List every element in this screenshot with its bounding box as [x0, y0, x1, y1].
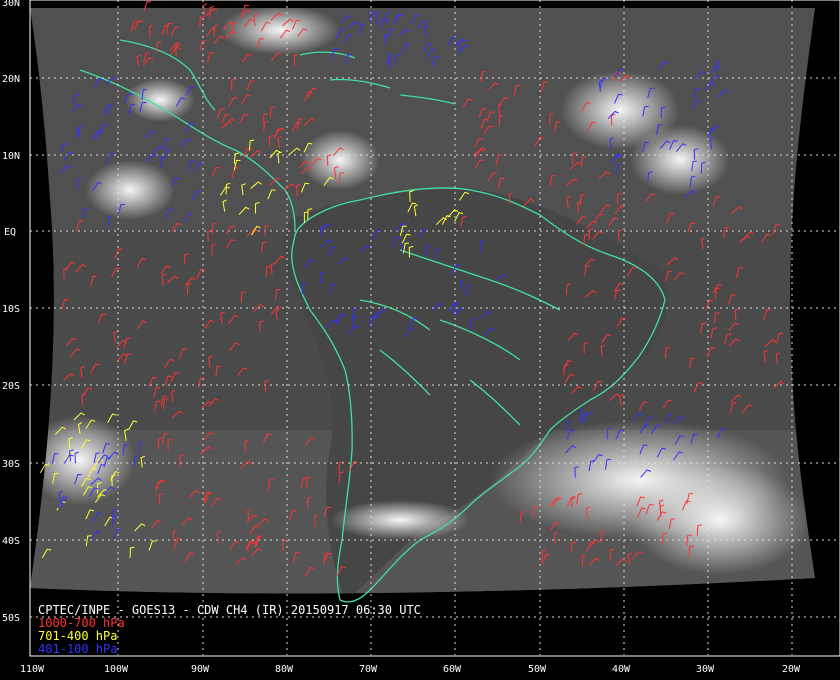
lon-label: 20W — [782, 664, 801, 675]
legend-entry-high: 401-100 hPa — [38, 642, 118, 656]
lon-label: 110W — [20, 664, 45, 675]
lon-label: 60W — [443, 664, 462, 675]
lat-label: 10S — [2, 304, 20, 315]
map-legend: CPTEC/INPE - GOES13 - CDW CH4 (IR) 20150… — [38, 604, 421, 656]
lat-label: 40S — [2, 536, 20, 547]
lon-label: 30W — [696, 664, 715, 675]
lon-label: 50W — [528, 664, 547, 675]
satellite-map: 30N 20N 10N EQ 10S 20S 30S 40S 50S 110W … — [0, 0, 840, 680]
lon-label: 100W — [104, 664, 129, 675]
lat-label: 20S — [2, 381, 20, 392]
lat-label: 20N — [2, 74, 20, 85]
lat-label: EQ — [4, 227, 16, 238]
lon-label: 70W — [359, 664, 378, 675]
lat-label: 50S — [2, 613, 20, 624]
lon-label: 90W — [191, 664, 210, 675]
lat-label: 30S — [2, 459, 20, 470]
lon-label: 80W — [275, 664, 294, 675]
lat-label: 10N — [2, 151, 20, 162]
lon-label: 40W — [612, 664, 631, 675]
lat-label: 30N — [2, 0, 20, 9]
